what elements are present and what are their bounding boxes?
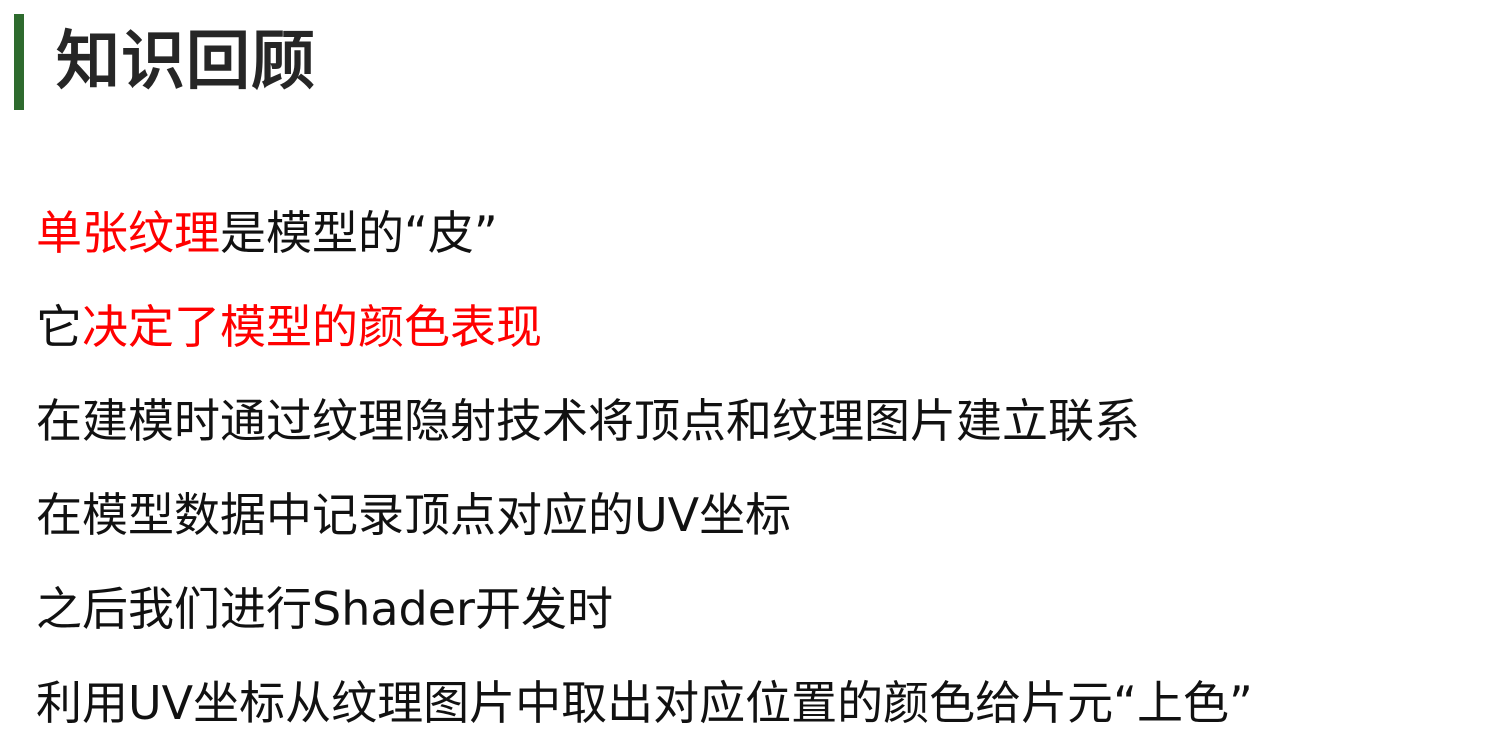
- content-line-6: 利用UV坐标从纹理图片中取出对应位置的颜色给片元“上色”: [36, 656, 1253, 750]
- slide: 知识回顾 单张纹理是模型的“皮” 它决定了模型的颜色表现 在建模时通过纹理隐射技…: [0, 0, 1491, 749]
- line-text: 在建模时通过纹理隐射技术将顶点和纹理图片建立联系: [36, 394, 1140, 448]
- content-line-5: 之后我们进行Shader开发时: [36, 562, 1253, 656]
- content-line-3: 在建模时通过纹理隐射技术将顶点和纹理图片建立联系: [36, 374, 1253, 468]
- title-accent-bar: [14, 14, 24, 110]
- highlight-text: 单张纹理: [36, 206, 220, 260]
- line-text: 在模型数据中记录顶点对应的UV坐标: [36, 488, 792, 542]
- content-line-1: 单张纹理是模型的“皮”: [36, 186, 1253, 280]
- line-text: 它: [36, 300, 82, 354]
- line-text: 之后我们进行Shader开发时: [36, 582, 613, 636]
- highlight-text: 决定了模型的颜色表现: [82, 300, 542, 354]
- line-text: 是模型的“皮”: [220, 206, 498, 260]
- content-lines: 单张纹理是模型的“皮” 它决定了模型的颜色表现 在建模时通过纹理隐射技术将顶点和…: [36, 186, 1253, 750]
- page-title: 知识回顾: [56, 25, 316, 99]
- content-line-2: 它决定了模型的颜色表现: [36, 280, 1253, 374]
- line-text: 利用UV坐标从纹理图片中取出对应位置的颜色给片元“上色”: [36, 676, 1253, 730]
- content-line-4: 在模型数据中记录顶点对应的UV坐标: [36, 468, 1253, 562]
